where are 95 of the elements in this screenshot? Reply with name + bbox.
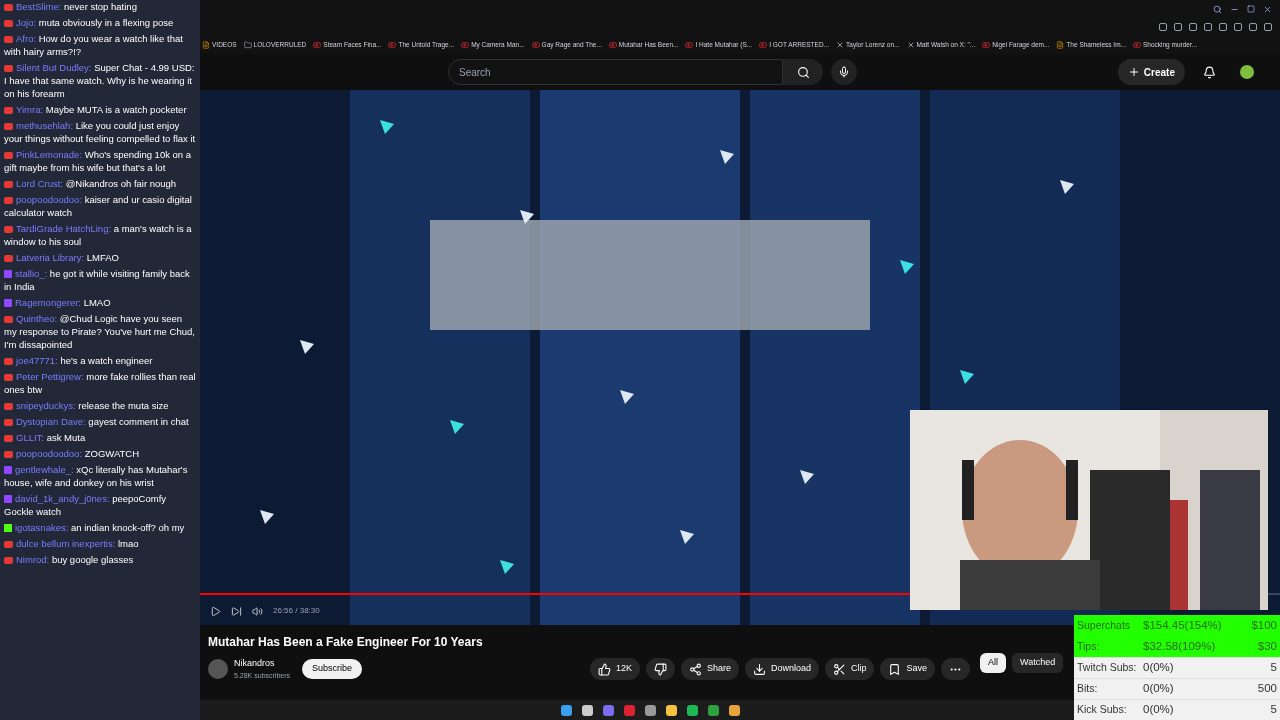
chat-message: Afro: How do you wear a watch like that with hairy arms?!?	[4, 32, 184, 58]
youtube-icon	[388, 41, 397, 49]
goal-label: Twitch Subs:	[1077, 660, 1138, 676]
scissors-icon	[832, 662, 846, 676]
youtube-icon	[608, 41, 617, 49]
youtube-icon	[4, 255, 13, 262]
twitch-icon	[4, 270, 12, 279]
channel-avatar[interactable]	[208, 659, 228, 679]
goal-target: 500	[1256, 681, 1277, 697]
create-button[interactable]: Create	[1117, 59, 1185, 85]
youtube-icon	[4, 226, 13, 233]
youtube-icon	[4, 152, 13, 159]
bookmark-icon	[888, 662, 902, 676]
goal-target: $30	[1256, 638, 1277, 654]
goal-value: 0(0%)	[1142, 681, 1175, 697]
chat-message: BestSlime: never stop hating	[4, 0, 196, 13]
search-button[interactable]	[783, 59, 823, 85]
share-icon	[688, 662, 702, 676]
chat-message: Dystopian Dave: gayest comment in chat	[4, 415, 196, 428]
chat-message: stallio_: he got it while visiting family back in India	[4, 267, 191, 293]
taskbar-app-icon[interactable]	[665, 704, 677, 716]
twitch-icon	[4, 495, 12, 504]
chat-message: poopoodoodoo: ZOGWATCH	[4, 447, 196, 460]
chat-message: Ragemongerer: LMAO	[4, 296, 196, 309]
youtube-icon	[982, 41, 991, 49]
close-icon[interactable]	[1263, 4, 1272, 14]
taskbar-app-icon[interactable]	[707, 704, 719, 716]
microphone-button[interactable]	[831, 59, 857, 85]
save-button[interactable]: Save	[880, 658, 935, 680]
video-title: Mutahar Has Been a Fake Engineer For 10 Years	[208, 634, 484, 651]
notifications-icon[interactable]	[1203, 65, 1216, 79]
filter-chip[interactable]: All	[980, 653, 1006, 673]
page-icon	[1056, 41, 1065, 49]
taskbar-app-icon[interactable]	[581, 704, 593, 716]
chat-message: GLLIT: ask Muta	[4, 431, 196, 444]
chat-message: PinkLemonade: Who's spending 10k on a gift maybe from his wife but that's a lot	[4, 148, 193, 174]
chat-message: Silent But Dudley: Super Chat - 4.99 USD: I have that same watch. Why is he wearing it on his forearm	[4, 61, 196, 100]
goal-value: 0(0%)	[1142, 660, 1175, 676]
search-icon	[796, 65, 810, 79]
youtube-icon	[531, 41, 540, 49]
plus-icon	[1127, 66, 1140, 78]
taskbar-app-icon[interactable]	[560, 704, 572, 716]
youtube-icon	[313, 41, 322, 49]
dislike-button[interactable]	[645, 658, 675, 680]
clip-button[interactable]: Clip	[824, 658, 875, 680]
taskbar-app-icon[interactable]	[644, 704, 656, 716]
channel-name[interactable]: Nikandros	[234, 657, 291, 671]
taskbar-app-icon[interactable]	[728, 704, 740, 716]
chat-message: snipeyduckys: release the muta size	[4, 399, 196, 412]
chat-message: dulce bellum inexpertis: lmao	[4, 537, 196, 550]
x-icon	[906, 41, 915, 49]
youtube-icon	[759, 41, 768, 49]
share-button[interactable]: Share	[680, 658, 739, 680]
goal-value: 0(0%)	[1142, 702, 1175, 718]
page-icon	[202, 41, 210, 49]
folder-icon	[243, 41, 252, 49]
thumbs-up-icon	[597, 662, 611, 676]
youtube-icon	[685, 41, 694, 49]
chat-message: TardiGrade HatchLing: a man's watch is a window to his soul	[4, 222, 193, 248]
chat-message: joe47771: he's a watch engineer	[4, 354, 196, 367]
goal-value: $32.58(109%)	[1142, 638, 1217, 654]
like-button[interactable]: 12K	[589, 658, 640, 680]
search-field[interactable]: Search	[448, 59, 783, 85]
kick-icon	[4, 524, 12, 533]
download-icon	[752, 662, 766, 676]
youtube-icon	[461, 41, 470, 49]
thumbs-down-icon	[653, 662, 667, 676]
goal-label: Kick Subs:	[1077, 702, 1128, 718]
download-button[interactable]: Download	[744, 658, 819, 680]
chat-message: Latveria Library: LMFAO	[4, 251, 196, 264]
chat-message: Lord Crust: @Nikandros oh fair nough	[4, 177, 196, 190]
youtube-icon	[4, 316, 13, 323]
x-icon	[836, 41, 844, 49]
more-button[interactable]	[941, 658, 970, 680]
goal-target: 5	[1269, 702, 1277, 718]
chat-message: Jojo: muta obviously in a flexing pose	[4, 16, 196, 29]
twitch-icon	[4, 299, 12, 308]
chat-message: Nimrod: buy google glasses	[4, 553, 196, 566]
chat-message: Yimra: Maybe MUTA is a watch pocketer	[4, 103, 196, 116]
search-input[interactable]: Search	[459, 64, 772, 80]
youtube-icon	[4, 65, 13, 72]
maximize-icon[interactable]	[1247, 5, 1255, 13]
filter-chip[interactable]: Watched	[1012, 653, 1064, 673]
goal-target: 5	[1269, 660, 1277, 676]
twitch-icon	[4, 466, 12, 475]
goal-label: Tips:	[1077, 638, 1101, 654]
avatar[interactable]	[1240, 65, 1254, 79]
youtube-icon	[1133, 41, 1141, 49]
taskbar-app-icon[interactable]	[686, 704, 698, 716]
search-icon[interactable]	[1213, 4, 1222, 14]
chat-message: igotasnakes: an indian knock-off? oh my	[4, 521, 196, 534]
goal-label: Bits:	[1077, 681, 1099, 697]
chat-message: methusehlah: Like you could just enjoy your things without feeling compelled to flax it	[4, 119, 196, 145]
microphone-icon	[838, 66, 850, 78]
subscribe-button[interactable]: Subscribe	[302, 659, 363, 679]
